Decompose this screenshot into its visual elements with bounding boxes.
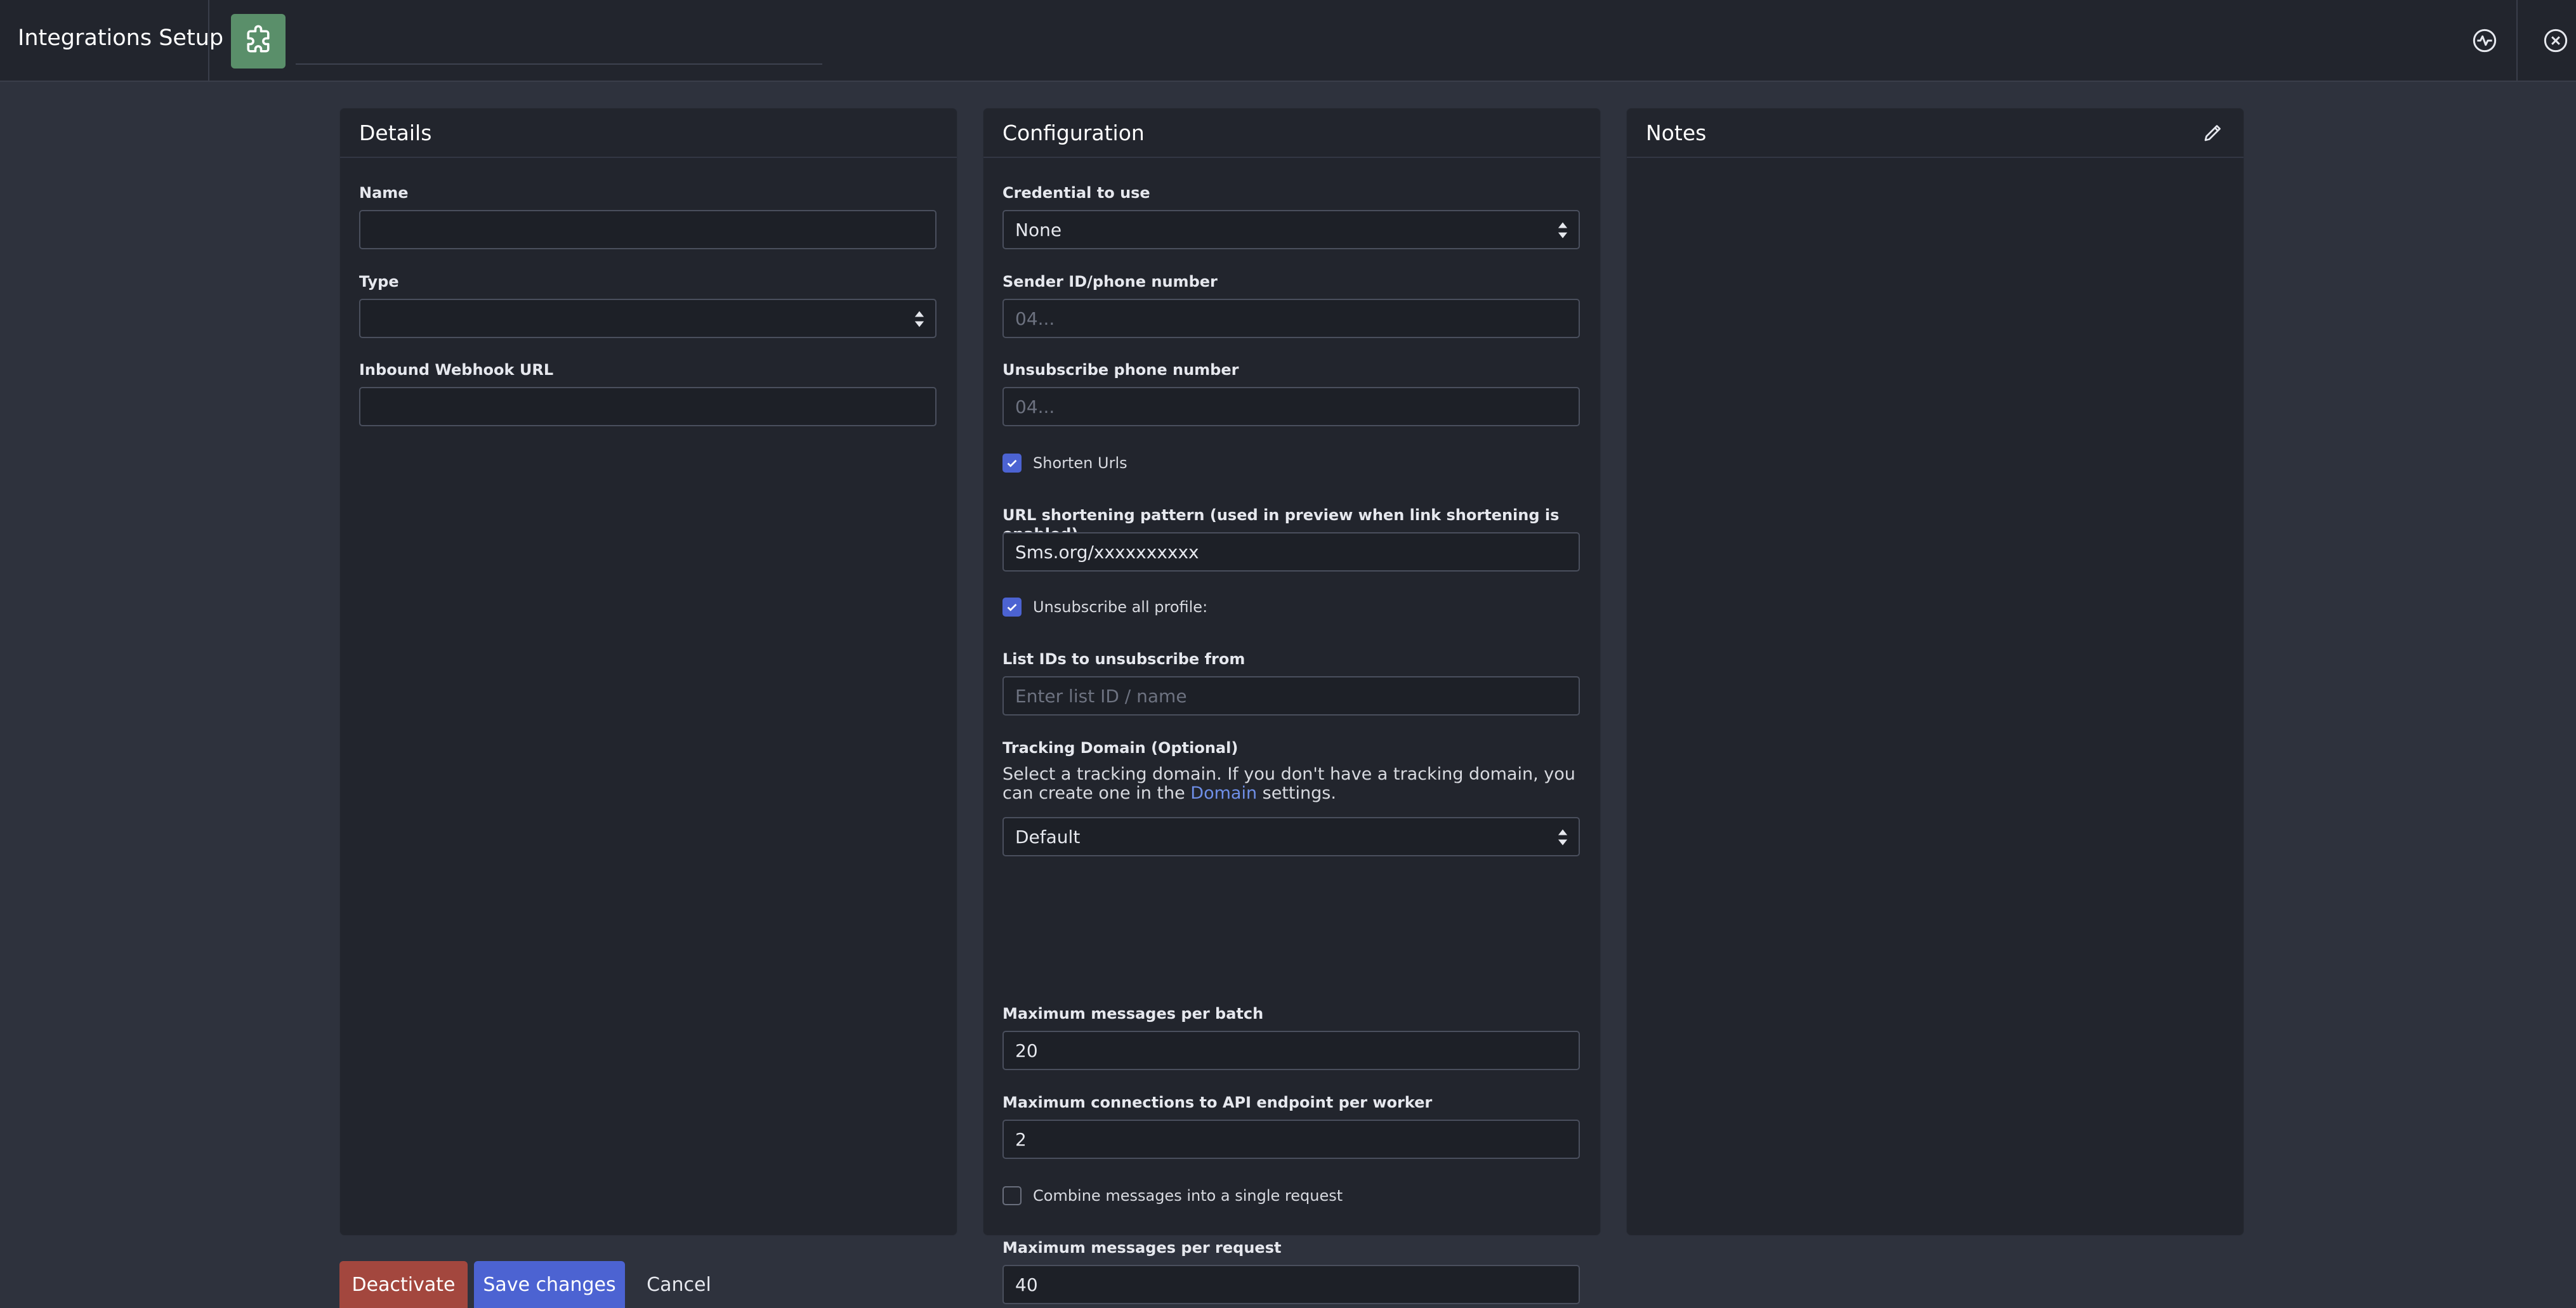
- unsubscribe-all-checkbox[interactable]: [1002, 598, 1022, 617]
- select-arrows-icon: [914, 311, 924, 327]
- notes-content[interactable]: [1627, 158, 2244, 1230]
- webhook-label: Inbound Webhook URL: [359, 361, 554, 379]
- name-label: Name: [359, 184, 409, 202]
- url-pattern-label: URL shortening pattern (used in preview …: [1002, 506, 1560, 543]
- list-ids-input[interactable]: Enter list ID / name: [1002, 676, 1580, 716]
- notes-header: Notes: [1627, 108, 2244, 158]
- deactivate-button[interactable]: Deactivate: [339, 1261, 468, 1308]
- select-arrows-icon: [1558, 829, 1568, 846]
- max-request-label: Maximum messages per request: [1002, 1239, 1282, 1257]
- max-batch-label: Maximum messages per batch: [1002, 1005, 1264, 1023]
- combine-messages-checkbox[interactable]: [1002, 1186, 1022, 1205]
- sender-input[interactable]: 04...: [1002, 299, 1580, 338]
- details-panel: Details Name Type Inbound Webhook URL: [339, 108, 957, 1236]
- divider: [2516, 0, 2518, 81]
- shorten-urls-checkbox[interactable]: [1002, 454, 1022, 473]
- save-button[interactable]: Save changes: [474, 1261, 625, 1308]
- type-label: Type: [359, 273, 399, 291]
- url-pattern-field-group: URL shortening pattern (used in preview …: [1002, 506, 1580, 572]
- shorten-urls-row: Shorten Urls: [1002, 454, 1127, 473]
- credential-label: Credential to use: [1002, 184, 1150, 202]
- domain-settings-link[interactable]: Domain: [1190, 783, 1257, 803]
- type-field-group: Type: [359, 272, 936, 338]
- configuration-panel: Configuration Credential to use None Sen…: [983, 108, 1601, 1304]
- panel-title: Details: [359, 120, 432, 145]
- name-field-group: Name: [359, 183, 936, 249]
- type-select[interactable]: [359, 299, 936, 338]
- unsubscribe-phone-field-group: Unsubscribe phone number 04...: [1002, 360, 1580, 426]
- pencil-icon[interactable]: [2202, 121, 2224, 144]
- sender-field-group: Sender ID/phone number 04...: [1002, 272, 1580, 338]
- top-bar: Integrations Setup: [0, 0, 2576, 82]
- tracking-domain-help: Select a tracking domain. If you don't h…: [1002, 765, 1580, 803]
- configuration-header: Configuration: [983, 108, 1600, 158]
- list-ids-label: List IDs to unsubscribe from: [1002, 650, 1245, 668]
- page-title: Integrations Setup: [18, 25, 224, 51]
- credential-select-value: None: [1015, 219, 1062, 240]
- unsubscribe-phone-input[interactable]: 04...: [1002, 387, 1580, 426]
- combine-messages-row: Combine messages into a single request: [1002, 1186, 1343, 1205]
- max-batch-field-group: Maximum messages per batch 20: [1002, 1004, 1580, 1070]
- url-pattern-input[interactable]: Sms.org/xxxxxxxxxx: [1002, 532, 1580, 572]
- sender-label: Sender ID/phone number: [1002, 273, 1218, 291]
- tracking-domain-select[interactable]: Default: [1002, 817, 1580, 856]
- credential-select[interactable]: None: [1002, 210, 1580, 249]
- close-circle-icon[interactable]: [2543, 28, 2568, 53]
- check-icon: [1007, 459, 1017, 468]
- select-arrows-icon: [1558, 222, 1568, 239]
- list-ids-field-group: List IDs to unsubscribe from Enter list …: [1002, 650, 1580, 716]
- tracking-domain-value: Default: [1015, 826, 1081, 847]
- webhook-url-input[interactable]: [359, 387, 936, 426]
- check-icon: [1007, 603, 1017, 611]
- name-input[interactable]: [359, 210, 936, 249]
- shorten-urls-label: Shorten Urls: [1033, 454, 1127, 472]
- credential-field-group: Credential to use None: [1002, 183, 1580, 249]
- max-connections-field-group: Maximum connections to API endpoint per …: [1002, 1093, 1580, 1159]
- help-text: settings.: [1257, 783, 1336, 803]
- activity-icon[interactable]: [2472, 28, 2497, 53]
- unsubscribe-all-label: Unsubscribe all profile:: [1033, 598, 1208, 616]
- cancel-button[interactable]: Cancel: [634, 1261, 723, 1308]
- panel-title: Notes: [1646, 120, 1707, 145]
- puzzle-icon[interactable]: [231, 14, 286, 69]
- panel-title: Configuration: [1002, 120, 1145, 145]
- max-request-input[interactable]: 40: [1002, 1265, 1580, 1304]
- divider: [208, 0, 209, 81]
- unsubscribe-all-row: Unsubscribe all profile:: [1002, 598, 1207, 617]
- details-header: Details: [340, 108, 957, 158]
- webhook-field-group: Inbound Webhook URL: [359, 360, 936, 426]
- unsubscribe-phone-label: Unsubscribe phone number: [1002, 361, 1239, 379]
- notes-panel: Notes: [1626, 108, 2244, 1236]
- tracking-domain-label: Tracking Domain (Optional): [1002, 739, 1239, 757]
- max-connections-input[interactable]: 2: [1002, 1120, 1580, 1159]
- tracking-domain-group: Tracking Domain (Optional) Select a trac…: [1002, 738, 1580, 856]
- max-request-field-group: Maximum messages per request 40: [1002, 1238, 1580, 1304]
- max-connections-label: Maximum connections to API endpoint per …: [1002, 1094, 1433, 1111]
- integration-name-field[interactable]: [296, 15, 822, 65]
- max-batch-input[interactable]: 20: [1002, 1031, 1580, 1070]
- combine-messages-label: Combine messages into a single request: [1033, 1187, 1343, 1205]
